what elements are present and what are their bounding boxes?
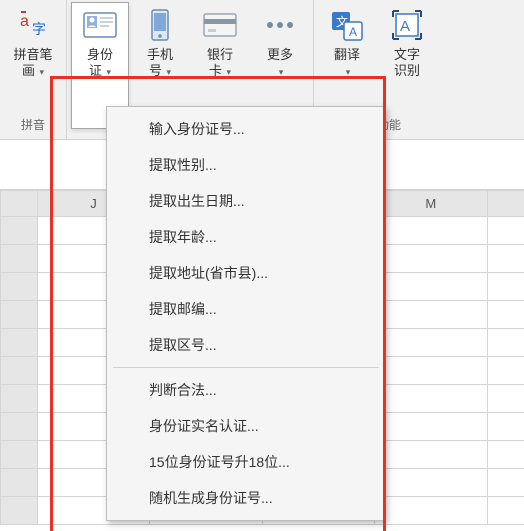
cell[interactable] bbox=[487, 357, 524, 385]
cell[interactable] bbox=[375, 273, 487, 301]
row-header[interactable] bbox=[1, 273, 38, 301]
cell[interactable] bbox=[487, 413, 524, 441]
ribbon-button-label: 拼音笔画 ▾ bbox=[13, 47, 52, 95]
row-header[interactable] bbox=[1, 497, 38, 525]
cell[interactable] bbox=[375, 357, 487, 385]
cell[interactable] bbox=[487, 301, 524, 329]
chevron-down-icon: ▾ bbox=[279, 67, 284, 77]
ribbon-button-label: 手机号 ▾ bbox=[147, 47, 173, 95]
select-all-corner[interactable] bbox=[1, 191, 38, 217]
row-header[interactable] bbox=[1, 385, 38, 413]
menu-item[interactable]: 判断合法... bbox=[107, 372, 385, 408]
ribbon-button-label: 文字识别 bbox=[394, 47, 420, 95]
ribbon-group: a字拼音笔画 ▾拼音 bbox=[0, 0, 67, 139]
menu-item[interactable]: 提取邮编... bbox=[107, 291, 385, 327]
cell[interactable] bbox=[487, 217, 524, 245]
menu-item[interactable]: 提取出生日期... bbox=[107, 183, 385, 219]
translate-button[interactable]: 文A 翻译 ▾ bbox=[318, 2, 376, 112]
row-header[interactable] bbox=[1, 441, 38, 469]
svg-text:a: a bbox=[20, 13, 29, 30]
menu-item[interactable]: 提取区号... bbox=[107, 327, 385, 363]
chevron-down-icon: ▾ bbox=[346, 67, 351, 77]
svg-text:A: A bbox=[400, 18, 410, 35]
menu-item[interactable]: 15位身份证号升18位... bbox=[107, 444, 385, 480]
ribbon-group-label: 拼音 bbox=[4, 112, 62, 139]
bank-card-icon bbox=[202, 7, 238, 43]
cell[interactable] bbox=[487, 245, 524, 273]
menu-item[interactable]: 随机生成身份证号... bbox=[107, 480, 385, 516]
row-header[interactable] bbox=[1, 301, 38, 329]
svg-text:字: 字 bbox=[32, 21, 46, 37]
cell[interactable] bbox=[375, 245, 487, 273]
translate-icon: 文A bbox=[329, 7, 365, 43]
row-header[interactable] bbox=[1, 469, 38, 497]
cell[interactable] bbox=[487, 441, 524, 469]
column-header[interactable]: N bbox=[487, 191, 524, 217]
column-header[interactable]: M bbox=[375, 191, 487, 217]
cell[interactable] bbox=[375, 497, 487, 525]
id-card-icon bbox=[82, 7, 118, 43]
cell[interactable] bbox=[487, 329, 524, 357]
phone-icon bbox=[142, 7, 178, 43]
ocr-icon: A bbox=[389, 7, 425, 43]
menu-separator bbox=[113, 367, 379, 368]
cell[interactable] bbox=[487, 273, 524, 301]
chevron-down-icon: ▾ bbox=[37, 67, 44, 77]
cell[interactable] bbox=[375, 469, 487, 497]
row-header[interactable] bbox=[1, 217, 38, 245]
cell[interactable] bbox=[487, 497, 524, 525]
ribbon-button-label: 身份证 ▾ bbox=[87, 47, 113, 95]
cell[interactable] bbox=[375, 441, 487, 469]
row-header[interactable] bbox=[1, 329, 38, 357]
menu-item[interactable]: 身份证实名认证... bbox=[107, 408, 385, 444]
svg-text:A: A bbox=[349, 25, 357, 39]
chevron-down-icon: ▾ bbox=[164, 67, 171, 77]
ribbon-button-label: 翻译 ▾ bbox=[334, 47, 360, 95]
cell[interactable] bbox=[375, 413, 487, 441]
chevron-down-icon: ▾ bbox=[104, 67, 111, 77]
cell[interactable] bbox=[375, 217, 487, 245]
chevron-down-icon: ▾ bbox=[224, 67, 231, 77]
menu-item[interactable]: 提取性别... bbox=[107, 147, 385, 183]
pinyin-guide-button[interactable]: a字拼音笔画 ▾ bbox=[4, 2, 62, 112]
cell[interactable] bbox=[487, 385, 524, 413]
id-card-dropdown: 输入身份证号...提取性别...提取出生日期...提取年龄...提取地址(省市县… bbox=[106, 106, 386, 521]
cell[interactable] bbox=[375, 385, 487, 413]
more-icon bbox=[262, 7, 298, 43]
ribbon-button-label: 更多 ▾ bbox=[267, 47, 293, 95]
cell[interactable] bbox=[487, 469, 524, 497]
pinyin-guide-icon: a字 bbox=[15, 7, 51, 43]
cell[interactable] bbox=[375, 329, 487, 357]
row-header[interactable] bbox=[1, 413, 38, 441]
ribbon-button-label: 银行卡 ▾ bbox=[207, 47, 233, 95]
ocr-button[interactable]: A 文字识别 bbox=[378, 2, 436, 112]
menu-item[interactable]: 输入身份证号... bbox=[107, 111, 385, 147]
menu-item[interactable]: 提取年龄... bbox=[107, 219, 385, 255]
cell[interactable] bbox=[375, 301, 487, 329]
menu-item[interactable]: 提取地址(省市县)... bbox=[107, 255, 385, 291]
row-header[interactable] bbox=[1, 245, 38, 273]
row-header[interactable] bbox=[1, 357, 38, 385]
